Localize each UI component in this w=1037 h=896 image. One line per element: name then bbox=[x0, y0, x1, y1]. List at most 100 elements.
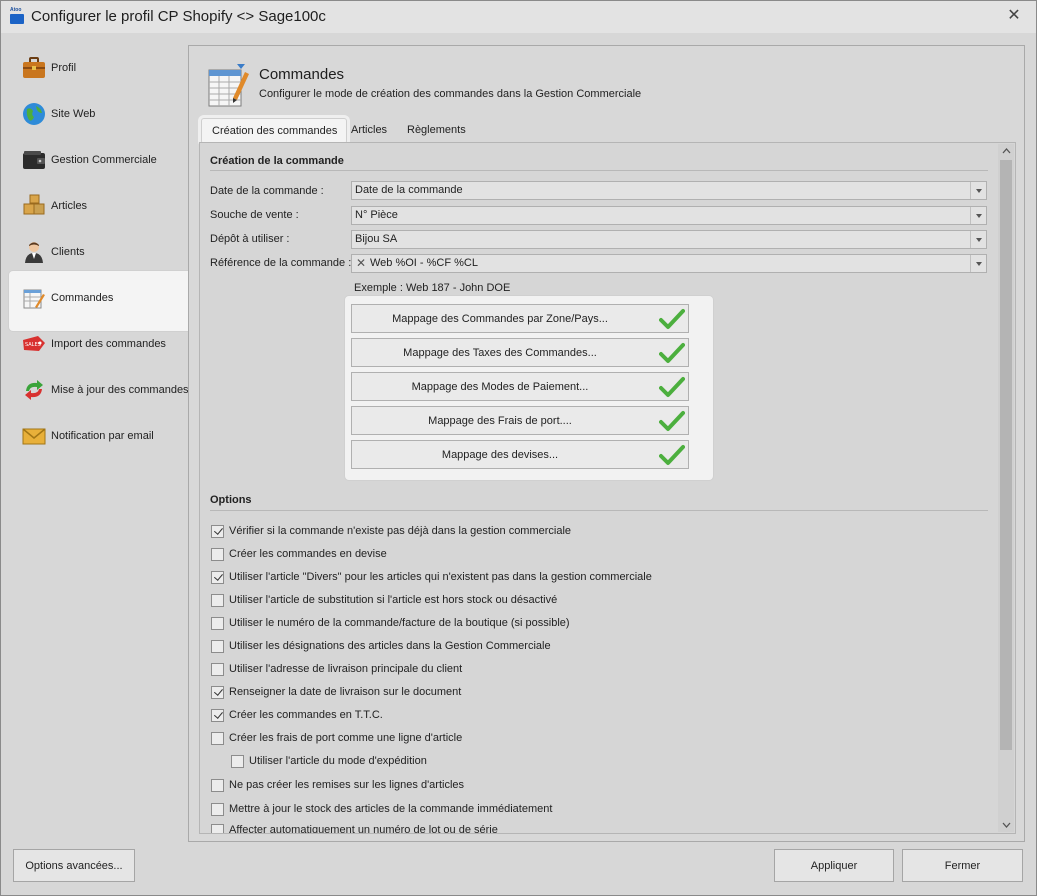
checkbox-label: Créer les commandes en devise bbox=[229, 548, 387, 560]
mapping-devises-button[interactable]: Mappage des devises... bbox=[351, 440, 689, 469]
option-commandes-ttc[interactable]: Créer les commandes en T.T.C. bbox=[211, 707, 383, 723]
checkmark-icon bbox=[659, 376, 685, 398]
mapping-zone-pays-button[interactable]: Mappage des Commandes par Zone/Pays... bbox=[351, 304, 689, 333]
checkbox-label: Utiliser l'article du mode d'expédition bbox=[249, 755, 427, 767]
checkbox-label: Utiliser l'article "Divers" pour les art… bbox=[229, 571, 652, 583]
order-sheet-icon bbox=[207, 62, 251, 110]
option-frais-port-ligne[interactable]: Créer les frais de port comme une ligne … bbox=[211, 730, 462, 746]
button-label: Mappage des Modes de Paiement... bbox=[411, 381, 589, 393]
select-value: Web %OI - %CF %CL bbox=[370, 257, 478, 269]
chevron-down-icon[interactable] bbox=[970, 182, 986, 199]
section-divider bbox=[210, 510, 988, 511]
checkbox[interactable] bbox=[211, 824, 224, 833]
sidebar-item-import-commandes[interactable]: SALES Import des commandes bbox=[21, 329, 191, 359]
section-title-creation: Création de la commande bbox=[210, 155, 344, 167]
checkmark-icon bbox=[659, 308, 685, 330]
checkbox[interactable] bbox=[211, 662, 224, 676]
mapping-buttons-group: Mappage des Commandes par Zone/Pays... M… bbox=[345, 296, 713, 480]
depot-select[interactable]: Bijou SA bbox=[351, 230, 987, 249]
button-label: Mappage des Commandes par Zone/Pays... bbox=[392, 313, 608, 325]
advanced-options-button[interactable]: Options avancées... bbox=[13, 849, 135, 882]
page-description: Configurer le mode de création des comma… bbox=[259, 88, 642, 100]
sidebar-item-label: Site Web bbox=[51, 108, 96, 120]
checkbox-label: Ne pas créer les remises sur les lignes … bbox=[229, 779, 465, 791]
tab-reglements[interactable]: Règlements bbox=[397, 118, 476, 144]
boxes-icon bbox=[21, 193, 47, 219]
order-sheet-icon bbox=[21, 285, 47, 311]
field-label-reference: Référence de la commande : bbox=[210, 257, 352, 269]
checkmark-icon bbox=[659, 444, 685, 466]
option-article-substitution[interactable]: Utiliser l'article de substitution si l'… bbox=[211, 592, 557, 608]
checkbox[interactable] bbox=[211, 570, 224, 584]
checkbox[interactable] bbox=[231, 754, 244, 768]
checkbox[interactable] bbox=[211, 685, 224, 699]
option-numero-commande-boutique[interactable]: Utiliser le numéro de la commande/factur… bbox=[211, 615, 570, 631]
close-icon[interactable]: ✕ bbox=[1004, 6, 1024, 26]
button-label: Mappage des devises... bbox=[441, 449, 559, 461]
mapping-taxes-button[interactable]: Mappage des Taxes des Commandes... bbox=[351, 338, 689, 367]
select-value: Bijou SA bbox=[355, 233, 398, 245]
sidebar-item-gestion-commerciale[interactable]: Gestion Commerciale bbox=[21, 145, 191, 175]
section-title-options: Options bbox=[210, 494, 252, 506]
sales-tag-icon: SALES bbox=[21, 331, 47, 357]
option-date-livraison[interactable]: Renseigner la date de livraison sur le d… bbox=[211, 684, 461, 700]
scrollbar-thumb[interactable] bbox=[1000, 160, 1012, 750]
date-commande-select[interactable]: Date de la commande bbox=[351, 181, 987, 200]
checkbox[interactable] bbox=[211, 708, 224, 722]
chevron-up-icon[interactable] bbox=[998, 144, 1014, 158]
checkbox-label: Utiliser l'article de substitution si l'… bbox=[229, 594, 558, 606]
option-designations-articles[interactable]: Utiliser les désignations des articles d… bbox=[211, 638, 551, 654]
checkbox[interactable] bbox=[211, 731, 224, 745]
checkbox-label: Mettre à jour le stock des articles de l… bbox=[229, 803, 553, 815]
tab-creation-commandes[interactable]: Création des commandes bbox=[201, 118, 347, 144]
sidebar-item-notification-email[interactable]: Notification par email bbox=[21, 421, 191, 451]
select-value: N° Pièce bbox=[355, 209, 398, 221]
option-numero-lot-serie[interactable]: Affecter automatiquement un numéro de lo… bbox=[211, 824, 498, 833]
globe-icon bbox=[21, 101, 47, 127]
option-article-divers[interactable]: Utiliser l'article "Divers" pour les art… bbox=[211, 569, 652, 585]
mapping-frais-port-button[interactable]: Mappage des Frais de port.... bbox=[351, 406, 689, 435]
window-title: Configurer le profil CP Shopify <> Sage1… bbox=[31, 8, 326, 25]
checkbox[interactable] bbox=[211, 547, 224, 561]
button-label: Mappage des Frais de port.... bbox=[428, 415, 572, 427]
tab-articles[interactable]: Articles bbox=[341, 118, 397, 144]
sidebar-item-profil[interactable]: Profil bbox=[21, 53, 191, 83]
sidebar-item-site-web[interactable]: Site Web bbox=[21, 99, 191, 129]
checkbox-label: Utiliser l'adresse de livraison principa… bbox=[229, 663, 463, 675]
button-label: Mappage des Taxes des Commandes... bbox=[403, 347, 597, 359]
chevron-down-icon[interactable] bbox=[998, 818, 1014, 832]
sidebar-item-mise-a-jour[interactable]: Mise à jour des commandes bbox=[21, 375, 191, 405]
mapping-modes-paiement-button[interactable]: Mappage des Modes de Paiement... bbox=[351, 372, 689, 401]
field-label-depot: Dépôt à utiliser : bbox=[210, 233, 290, 245]
option-article-mode-expedition[interactable]: Utiliser l'article du mode d'expédition bbox=[231, 753, 427, 769]
option-adresse-livraison[interactable]: Utiliser l'adresse de livraison principa… bbox=[211, 661, 462, 677]
checkbox[interactable] bbox=[211, 802, 224, 816]
reference-commande-select[interactable]: ✕ Web %OI - %CF %CL bbox=[351, 254, 987, 273]
sidebar-item-articles[interactable]: Articles bbox=[21, 191, 191, 221]
sidebar-item-commandes[interactable]: Commandes bbox=[21, 283, 191, 313]
wallet-icon bbox=[21, 147, 47, 173]
briefcase-icon bbox=[21, 55, 47, 81]
chevron-down-icon[interactable] bbox=[970, 231, 986, 248]
option-pas-remises[interactable]: Ne pas créer les remises sur les lignes … bbox=[211, 777, 464, 793]
vertical-scrollbar[interactable] bbox=[998, 144, 1014, 832]
sidebar-item-label: Notification par email bbox=[51, 430, 154, 442]
chevron-down-icon[interactable] bbox=[970, 255, 986, 272]
clear-icon[interactable]: ✕ bbox=[356, 256, 366, 270]
page-title: Commandes bbox=[259, 66, 345, 83]
checkbox[interactable] bbox=[211, 639, 224, 653]
envelope-icon bbox=[21, 423, 47, 449]
option-verifier-commande[interactable]: Vérifier si la commande n'existe pas déj… bbox=[211, 523, 571, 539]
apply-button[interactable]: Appliquer bbox=[774, 849, 894, 882]
checkbox[interactable] bbox=[211, 778, 224, 792]
option-maj-stock[interactable]: Mettre à jour le stock des articles de l… bbox=[211, 801, 552, 817]
app-logo-icon: Atoo sync bbox=[10, 7, 24, 24]
checkbox[interactable] bbox=[211, 616, 224, 630]
checkbox[interactable] bbox=[211, 593, 224, 607]
checkbox[interactable] bbox=[211, 524, 224, 538]
sidebar-item-clients[interactable]: Clients bbox=[21, 237, 191, 267]
option-commandes-devise[interactable]: Créer les commandes en devise bbox=[211, 546, 387, 562]
souche-vente-select[interactable]: N° Pièce bbox=[351, 206, 987, 225]
chevron-down-icon[interactable] bbox=[970, 207, 986, 224]
close-button[interactable]: Fermer bbox=[902, 849, 1023, 882]
